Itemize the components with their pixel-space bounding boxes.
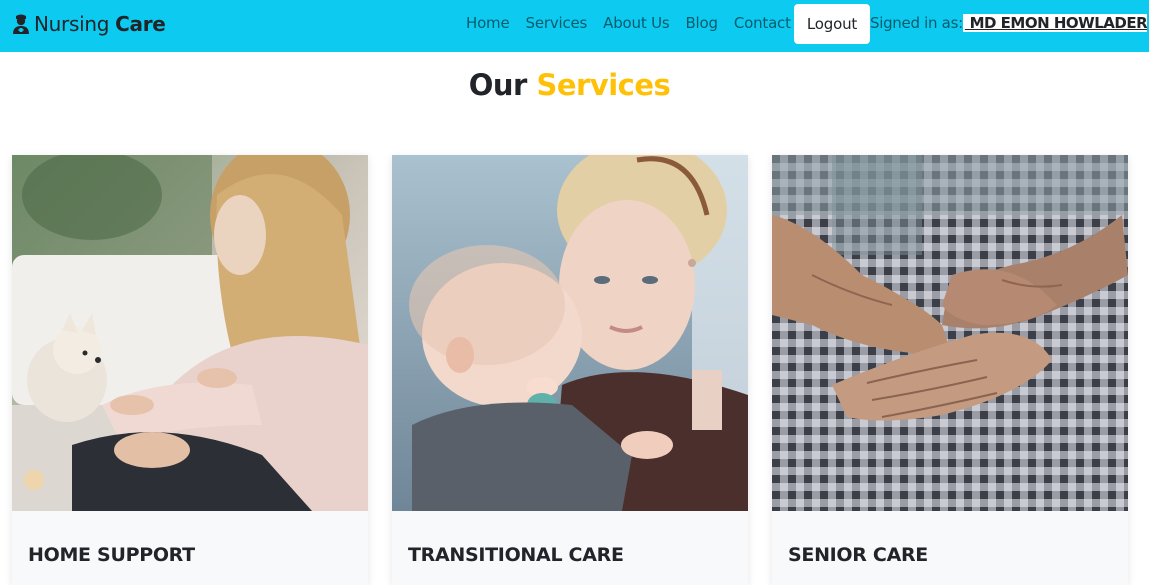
signed-in-status: Signed in as: MD EMON HOWLADER — [870, 14, 1148, 32]
service-card-senior-care[interactable]: SENIOR CARE — [772, 155, 1128, 585]
nav-link-blog[interactable]: Blog — [677, 14, 725, 32]
logout-button[interactable]: Logout — [794, 4, 870, 44]
user-nurse-icon — [13, 14, 29, 34]
nav-link-home[interactable]: Home — [458, 14, 518, 32]
nav-link-about-us[interactable]: About Us — [595, 14, 677, 32]
section-title: Our Services — [0, 68, 1139, 102]
service-card-home-support[interactable]: HOME SUPPORT — [12, 155, 368, 585]
section-title-plain: Our — [468, 68, 528, 102]
navbar: Nursing Care Home Services About Us Blog… — [0, 0, 1149, 52]
nav-link-contact[interactable]: Contact — [726, 14, 799, 32]
section-title-accent: Services — [536, 68, 671, 102]
service-card-transitional-care[interactable]: TRANSITIONAL CARE — [392, 155, 748, 585]
nav-link-services[interactable]: Services — [518, 14, 596, 32]
signed-in-label: Signed in as: — [870, 14, 963, 32]
senior-care-image — [772, 155, 1128, 511]
transitional-care-image — [392, 155, 748, 511]
card-title: TRANSITIONAL CARE — [408, 544, 624, 566]
card-title: HOME SUPPORT — [28, 544, 195, 566]
brand-name: Nursing Care — [34, 12, 166, 36]
brand-logo[interactable]: Nursing Care — [12, 12, 166, 36]
user-name-link[interactable]: MD EMON HOWLADER — [962, 14, 1148, 32]
nav-links: Home Services About Us Blog Contact — [458, 0, 799, 46]
home-support-image — [12, 155, 368, 511]
brand-name-first: Nursing — [34, 12, 110, 36]
card-title: SENIOR CARE — [788, 544, 928, 566]
brand-name-second: Care — [115, 12, 166, 36]
